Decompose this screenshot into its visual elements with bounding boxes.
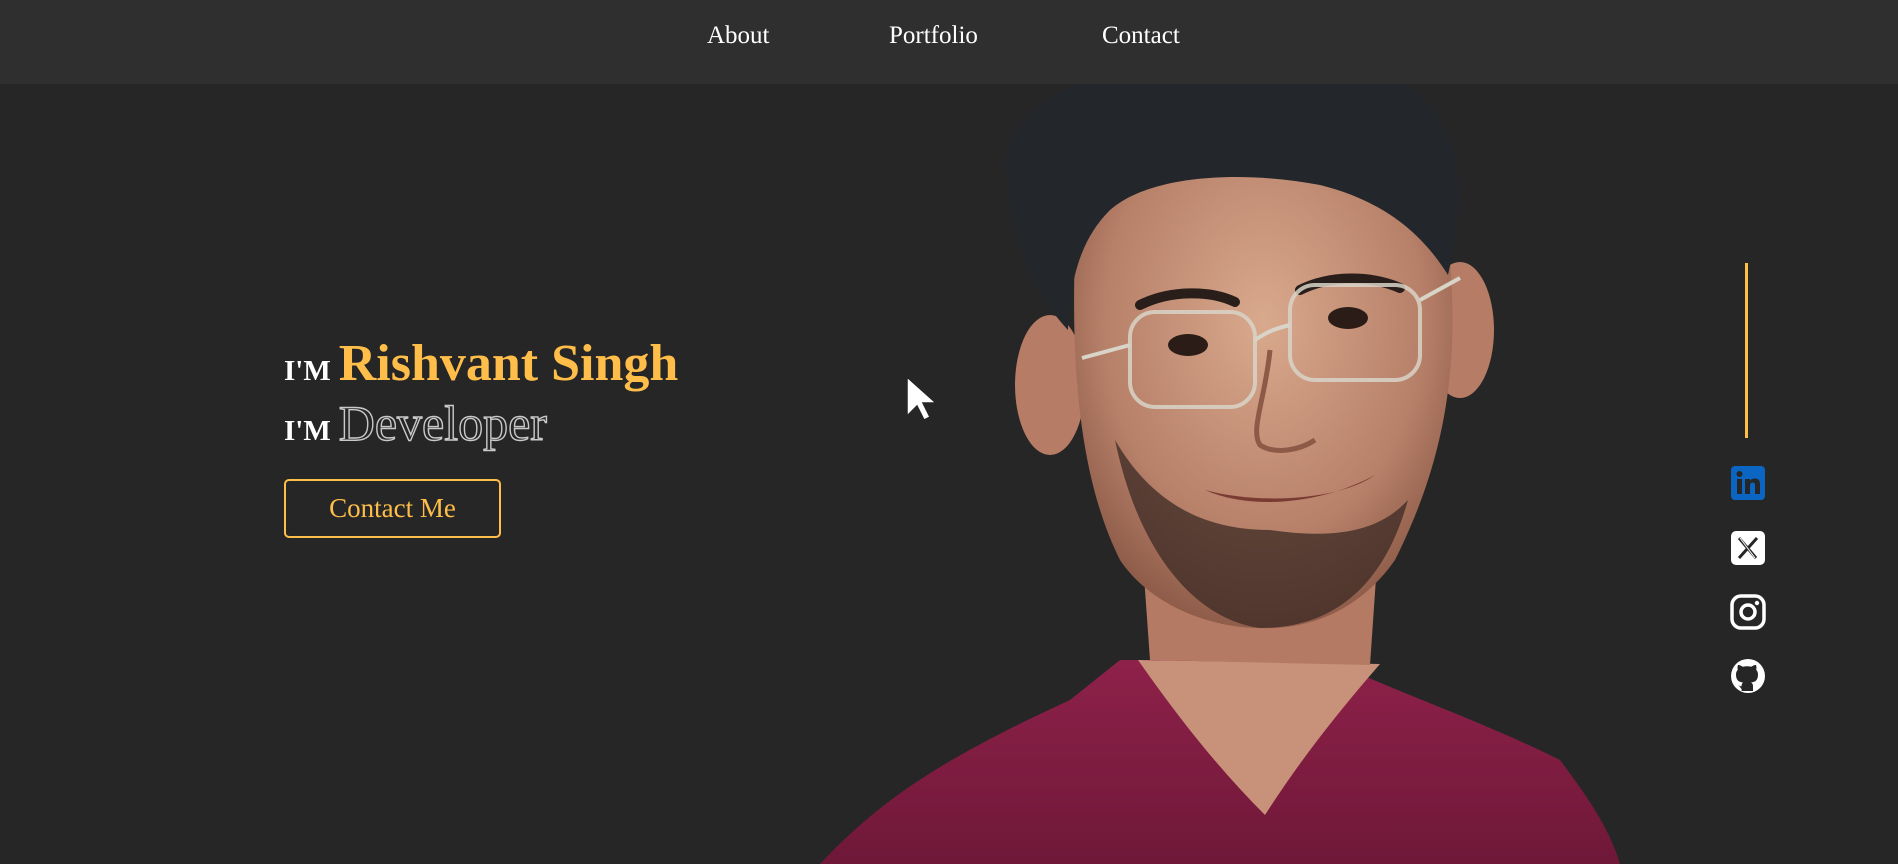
x-twitter-icon[interactable] — [1730, 530, 1766, 566]
instagram-icon[interactable] — [1730, 594, 1766, 630]
hero-name: Rishvant Singh — [338, 335, 679, 392]
nav-portfolio-link[interactable]: Portfolio — [889, 22, 978, 50]
hero-role-line: I'M Developer — [284, 394, 548, 452]
contact-me-button[interactable]: Contact Me — [284, 479, 501, 538]
hero-name-prefix: I'M — [284, 355, 331, 387]
github-icon[interactable] — [1730, 658, 1766, 694]
top-navbar: About Portfolio Contact — [0, 0, 1898, 84]
portfolio-page: About Portfolio Contact I'M Rishvant Sin… — [0, 0, 1898, 864]
hero-name-line: I'M Rishvant Singh — [284, 334, 678, 393]
hero-role: Developer — [338, 394, 548, 451]
social-divider-line — [1745, 263, 1748, 438]
profile-portrait — [820, 54, 1620, 864]
mouse-cursor-icon — [906, 375, 938, 422]
linkedin-icon[interactable] — [1730, 465, 1766, 501]
nav-about-link[interactable]: About — [707, 22, 770, 50]
nav-contact-link[interactable]: Contact — [1102, 22, 1180, 50]
hero-role-prefix: I'M — [284, 415, 331, 447]
